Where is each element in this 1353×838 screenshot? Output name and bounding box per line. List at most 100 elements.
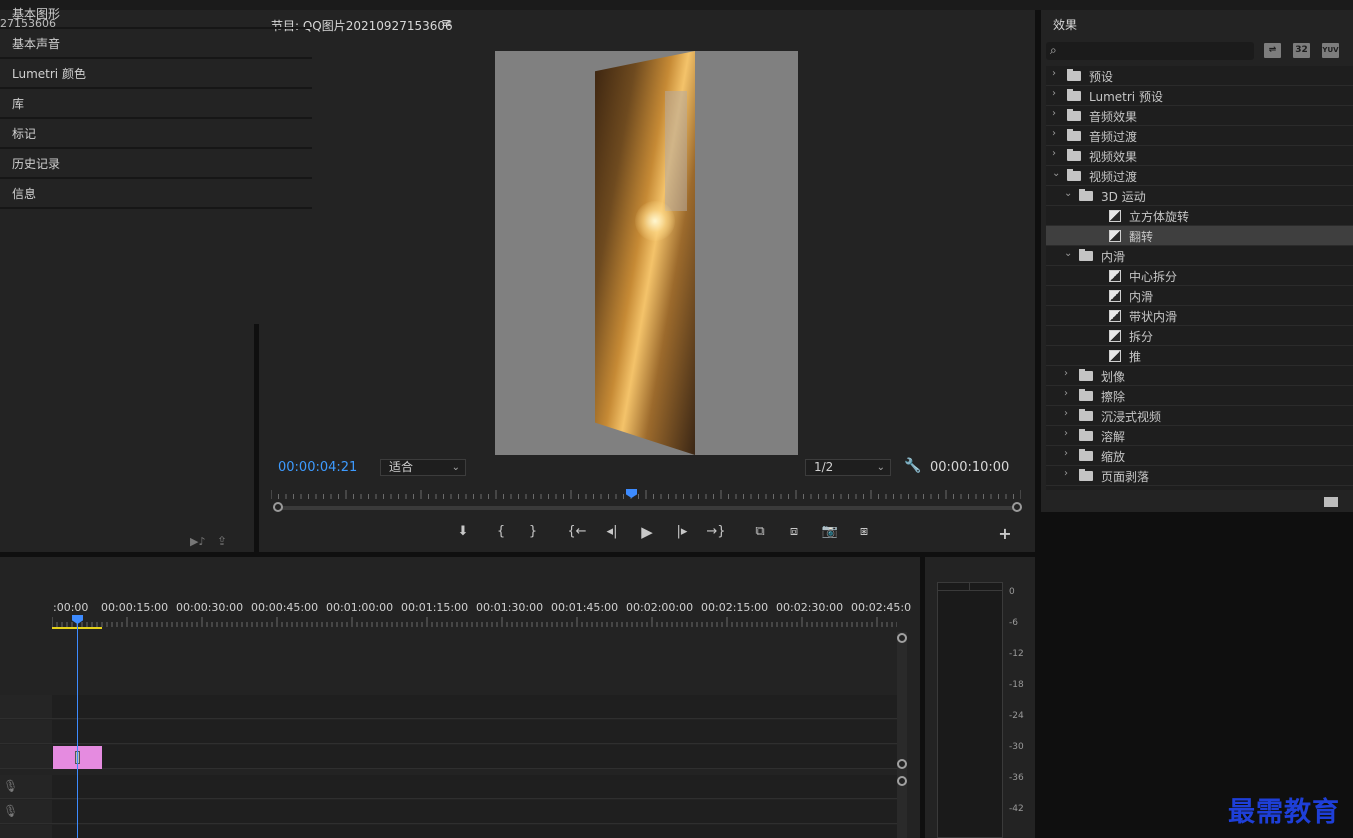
step-back-button[interactable]: ◂| [601, 522, 623, 542]
transition-icon [1109, 270, 1121, 282]
scroll-handle-bottom[interactable] [897, 759, 907, 769]
microphone-icon[interactable]: 🎙 [3, 804, 18, 818]
effects-folder[interactable]: › 页面剥落 [1046, 466, 1353, 486]
folder-icon [1067, 69, 1081, 81]
microphone-icon[interactable]: 🎙 [3, 779, 18, 793]
extract-button[interactable]: ⧈ [783, 522, 805, 542]
stacked-panel-tab[interactable]: 标记 [0, 120, 312, 149]
effects-folder[interactable]: › 沉浸式视频 [1046, 406, 1353, 426]
folder-icon [1067, 129, 1081, 141]
video-track[interactable] [52, 720, 897, 744]
scroll-handle-top[interactable] [897, 776, 907, 786]
panel-menu-icon[interactable]: ≡ [441, 16, 452, 31]
chevron-right-icon[interactable]: › [1064, 468, 1068, 479]
mark-in-button[interactable]: { [490, 522, 512, 542]
program-monitor-panel: 节目: QQ图片20210927153606 ≡ 00:00:04:21 适合 … [259, 10, 1035, 552]
audio-track[interactable] [52, 800, 897, 824]
timeline-ruler-label: 00:00:45:00 [251, 601, 319, 614]
video-track[interactable] [52, 695, 897, 719]
effects-item[interactable]: 推 [1046, 346, 1353, 366]
effects-item[interactable]: 中心拆分 [1046, 266, 1353, 286]
chevron-right-icon[interactable]: › [1064, 408, 1068, 419]
insert-icon[interactable]: ▶♪ [190, 535, 205, 548]
chevron-right-icon[interactable]: › [1052, 88, 1056, 99]
new-bin-icon[interactable] [1324, 497, 1338, 507]
chevron-right-icon[interactable]: › [1064, 448, 1068, 459]
meter-db-label: -18 [1009, 680, 1024, 690]
add-button[interactable]: + [994, 524, 1016, 544]
effects-item[interactable]: 带状内滑 [1046, 306, 1353, 326]
yuv-effects-button[interactable]: YUV [1322, 43, 1339, 58]
zoom-handle-right[interactable] [1012, 502, 1022, 512]
effects-item[interactable]: 翻转 [1046, 226, 1353, 246]
chevron-right-icon[interactable]: › [1052, 68, 1056, 79]
go-to-in-button[interactable]: {← [566, 522, 588, 542]
timeline-vertical-scrollbar[interactable] [897, 632, 907, 838]
32bit-effects-button[interactable]: 32 [1293, 43, 1310, 58]
export-icon[interactable]: ⇪ [217, 534, 227, 548]
chevron-down-icon[interactable]: ⌄ [1064, 248, 1072, 259]
effects-folder[interactable]: › 擦除 [1046, 386, 1353, 406]
folder-icon [1067, 89, 1081, 101]
fit-dropdown[interactable]: 适合 ⌄ [380, 459, 466, 476]
lift-button[interactable]: ⧉ [749, 522, 771, 542]
track-header[interactable]: 🎙 [0, 775, 52, 799]
track-header[interactable] [0, 745, 52, 769]
add-marker-button[interactable]: ⬇ [452, 522, 474, 542]
camera-icon[interactable]: 📷 [819, 522, 841, 542]
zoom-scrollbar[interactable] [277, 506, 1017, 510]
chevron-down-icon[interactable]: ⌄ [1052, 168, 1060, 179]
chevron-down-icon[interactable]: ⌄ [1064, 188, 1072, 199]
chevron-right-icon[interactable]: › [1064, 428, 1068, 439]
chevron-right-icon[interactable]: › [1052, 128, 1056, 139]
effects-folder[interactable]: › Lumetri 预设 [1046, 86, 1353, 106]
effects-search-input[interactable]: ⌕ [1046, 42, 1254, 60]
resolution-dropdown[interactable]: 1/2 ⌄ [805, 459, 891, 476]
effects-title: 效果 [1053, 18, 1078, 32]
track-header[interactable]: 🎙 [0, 800, 52, 824]
effects-item[interactable]: 拆分 [1046, 326, 1353, 346]
effects-folder[interactable]: › 缩放 [1046, 446, 1353, 466]
track-header[interactable] [0, 720, 52, 744]
effects-folder[interactable]: › 划像 [1046, 366, 1353, 386]
effects-folder[interactable]: ⌄ 3D 运动 [1046, 186, 1353, 206]
effects-folder[interactable]: › 视频效果 [1046, 146, 1353, 166]
timeline-ruler[interactable] [52, 617, 897, 629]
effects-folder[interactable]: › 溶解 [1046, 426, 1353, 446]
go-to-out-button[interactable]: →} [705, 522, 727, 542]
chevron-right-icon[interactable]: › [1052, 108, 1056, 119]
mark-out-button[interactable]: } [522, 522, 544, 542]
effects-folder[interactable]: ⌄ 视频过渡 [1046, 166, 1353, 186]
effects-item[interactable]: 立方体旋转 [1046, 206, 1353, 226]
stacked-panel-tab[interactable]: 基本图形 [0, 0, 312, 29]
effects-item[interactable]: 内滑 [1046, 286, 1353, 306]
chevron-right-icon[interactable]: › [1064, 368, 1068, 379]
audio-track[interactable] [52, 825, 897, 838]
zoom-handle-left[interactable] [273, 502, 283, 512]
effects-folder[interactable]: › 预设 [1046, 66, 1353, 86]
chevron-right-icon[interactable]: › [1052, 148, 1056, 159]
stacked-panel-tab[interactable]: 历史记录 [0, 150, 312, 179]
track-header[interactable] [0, 825, 52, 838]
step-forward-button[interactable]: |▸ [671, 522, 693, 542]
audio-track[interactable] [52, 775, 897, 799]
accelerated-effects-button[interactable]: ⇌ [1264, 43, 1281, 58]
scroll-handle-top[interactable] [897, 633, 907, 643]
stacked-panel-tab[interactable]: 库 [0, 90, 312, 119]
current-timecode[interactable]: 00:00:04:21 [278, 460, 357, 475]
track-header[interactable] [0, 695, 52, 719]
effects-folder[interactable]: › 音频过渡 [1046, 126, 1353, 146]
stacked-panel-tab[interactable]: 基本声音 [0, 30, 312, 59]
play-button[interactable]: ▶ [636, 522, 658, 542]
stacked-panel-tab[interactable]: Lumetri 颜色 [0, 60, 312, 89]
chevron-right-icon[interactable]: › [1064, 388, 1068, 399]
effects-folder[interactable]: › 音频效果 [1046, 106, 1353, 126]
program-time-ruler[interactable] [271, 488, 1021, 500]
effects-folder[interactable]: ⌄ 内滑 [1046, 246, 1353, 266]
comparison-view-button[interactable]: ⧆ [853, 522, 875, 542]
video-track[interactable] [52, 745, 897, 769]
effects-label: 中心拆分 [1129, 270, 1178, 284]
stacked-panel-tab[interactable]: 信息 [0, 180, 312, 209]
effects-label: 视频过渡 [1089, 170, 1138, 184]
wrench-icon[interactable]: 🔧 [904, 458, 921, 474]
